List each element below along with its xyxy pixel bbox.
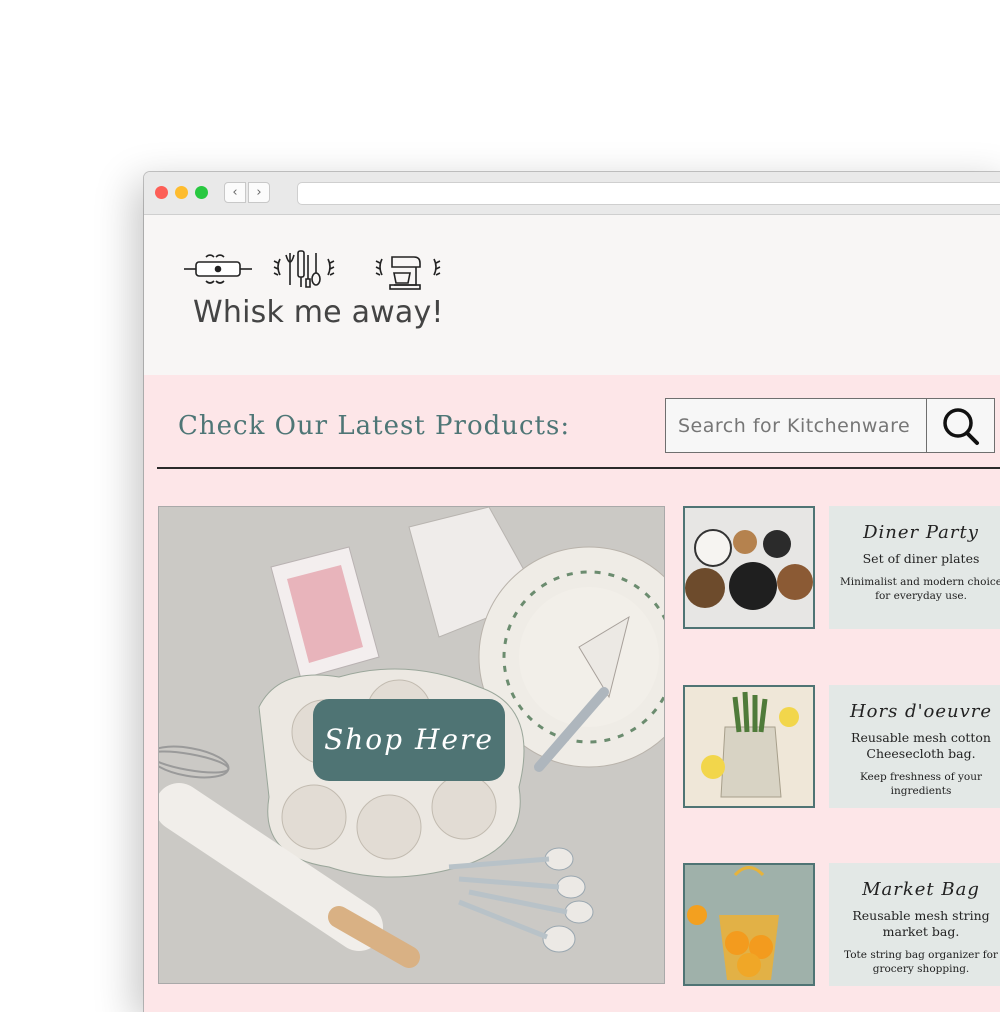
address-bar[interactable] xyxy=(297,182,1000,205)
product-name: Hors d'oeuvre xyxy=(849,701,993,722)
product-subtext: Keep freshness of your ingredients xyxy=(860,771,982,797)
product-image[interactable] xyxy=(683,506,815,629)
utensils-icon xyxy=(273,250,335,288)
browser-titlebar: ‹ › xyxy=(144,172,1000,215)
hero-image[interactable]: Shop Here xyxy=(158,506,665,984)
product-name: Market Bag xyxy=(862,879,980,900)
back-button[interactable]: ‹ xyxy=(224,182,246,203)
product-card[interactable]: Diner Party Set of diner plates Minimali… xyxy=(683,506,1000,630)
product-name: Diner Party xyxy=(863,522,979,543)
string-bag-photo xyxy=(685,865,813,984)
site-title: Whisk me away! xyxy=(193,295,444,330)
product-description: Set of diner plates xyxy=(862,551,980,566)
product-info: Market Bag Reusable mesh string market b… xyxy=(829,863,1000,986)
minimize-window-button[interactable] xyxy=(175,186,188,199)
bowls-photo xyxy=(685,508,813,627)
product-description: Reusable mesh cotton Cheesecloth bag. xyxy=(851,730,991,761)
search-input[interactable] xyxy=(666,399,926,452)
maximize-window-button[interactable] xyxy=(195,186,208,199)
product-info: Diner Party Set of diner plates Minimali… xyxy=(829,506,1000,629)
product-card[interactable]: Market Bag Reusable mesh string market b… xyxy=(683,863,1000,987)
product-image[interactable] xyxy=(683,685,815,808)
shop-here-button[interactable]: Shop Here xyxy=(313,699,505,781)
stand-mixer-icon xyxy=(375,256,441,290)
product-card[interactable]: Hors d'oeuvre Reusable mesh cotton Chees… xyxy=(683,685,1000,809)
search-icon xyxy=(943,408,979,445)
forward-button[interactable]: › xyxy=(248,182,270,203)
site-header: Whisk me away! xyxy=(144,215,1000,375)
products-section: Check Our Latest Products: Search for Ki… xyxy=(144,375,1000,1012)
product-subtext: Minimalist and modern choice for everyda… xyxy=(840,576,1000,602)
product-description: Reusable mesh string market bag. xyxy=(852,908,990,939)
search-button[interactable] xyxy=(926,399,994,452)
rolling-pin-icon xyxy=(184,254,252,284)
browser-window: ‹ › Whisk me away! Check Our Latest Prod… xyxy=(144,172,1000,1012)
close-window-button[interactable] xyxy=(155,186,168,199)
section-heading: Check Our Latest Products: xyxy=(178,411,571,441)
mesh-bag-photo xyxy=(685,687,813,806)
logo xyxy=(184,250,441,290)
product-info: Hors d'oeuvre Reusable mesh cotton Chees… xyxy=(829,685,1000,808)
section-divider xyxy=(157,467,1000,469)
product-subtext: Tote string bag organizer for grocery sh… xyxy=(844,949,998,975)
product-image[interactable] xyxy=(683,863,815,986)
search-bar xyxy=(665,398,995,453)
